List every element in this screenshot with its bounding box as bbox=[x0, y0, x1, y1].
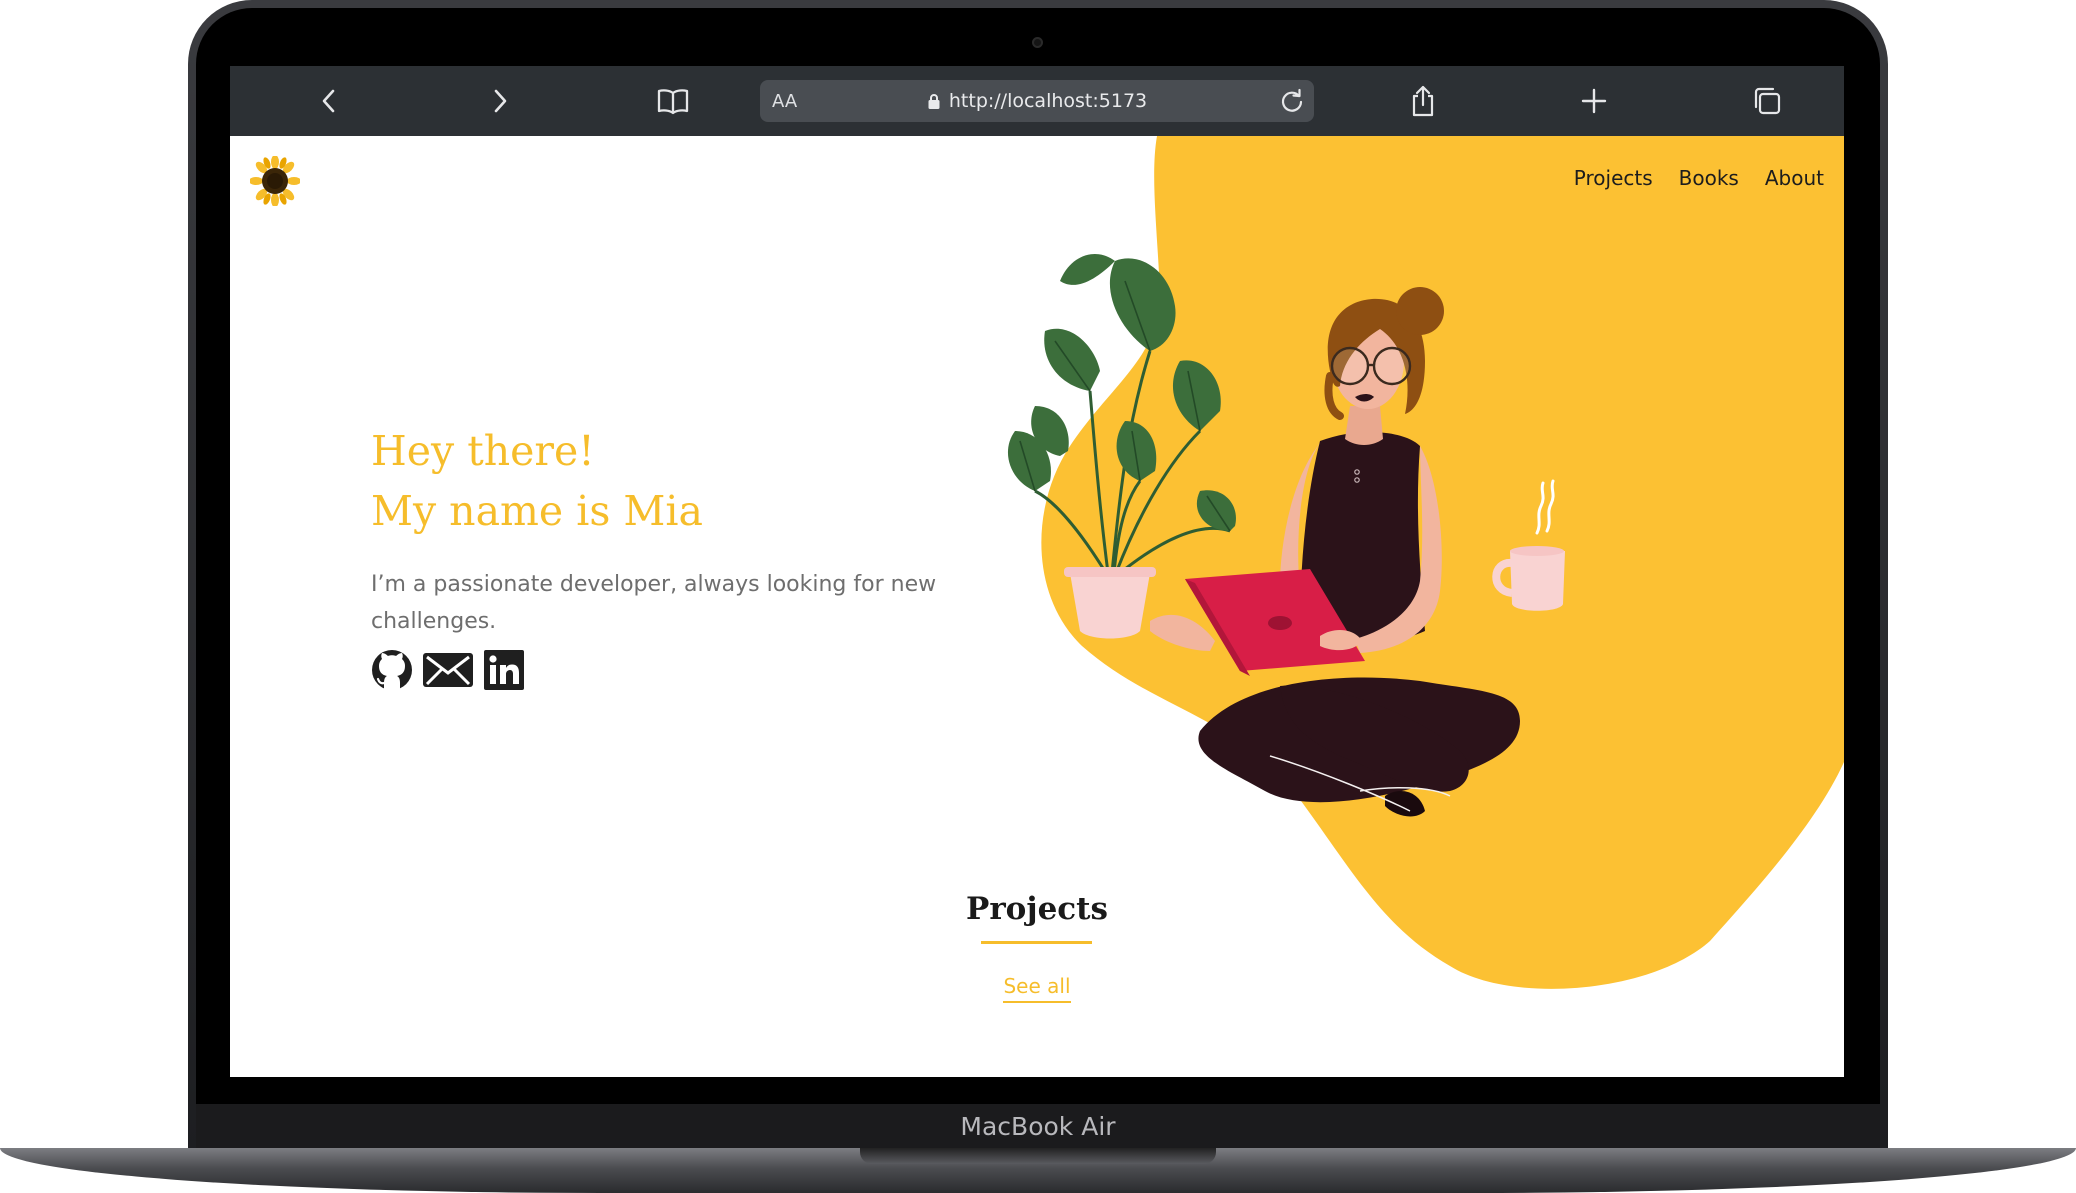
main-nav: Projects Books About bbox=[1574, 166, 1824, 190]
device-label: MacBook Air bbox=[960, 1112, 1116, 1141]
social-links bbox=[370, 648, 526, 692]
nav-books[interactable]: Books bbox=[1679, 166, 1739, 190]
new-tab-button[interactable] bbox=[1571, 78, 1617, 124]
hero-subtitle: I’m a passionate developer, always looki… bbox=[371, 572, 937, 634]
address-bar[interactable]: AA http://localhost:5173 bbox=[760, 80, 1314, 122]
mail-icon[interactable] bbox=[422, 650, 474, 690]
browser-screen: AA http://localhost:5173 Projects Books … bbox=[230, 66, 1844, 1077]
laptop-hinge-notch bbox=[860, 1148, 1216, 1164]
hero-title-line1: Hey there! bbox=[371, 427, 595, 475]
coffee-mug-illustration bbox=[1492, 479, 1565, 611]
back-button[interactable] bbox=[306, 78, 352, 124]
hero-title: Hey there! My name is Mia bbox=[371, 421, 703, 541]
url-text: http://localhost:5173 bbox=[948, 90, 1148, 112]
browser-toolbar: AA http://localhost:5173 bbox=[230, 66, 1844, 136]
github-icon[interactable] bbox=[370, 648, 414, 692]
nav-projects[interactable]: Projects bbox=[1574, 166, 1653, 190]
tabs-overview-button[interactable] bbox=[1744, 78, 1790, 124]
see-all-link-wrap: See all bbox=[230, 974, 1844, 1003]
reload-icon[interactable] bbox=[1278, 87, 1306, 115]
linkedin-icon[interactable] bbox=[482, 648, 526, 692]
chevron-left-icon bbox=[322, 89, 335, 113]
book-icon bbox=[657, 89, 689, 115]
see-all-link[interactable]: See all bbox=[1003, 974, 1071, 1003]
tabs-icon bbox=[1754, 87, 1781, 115]
share-icon bbox=[1412, 85, 1434, 117]
camera bbox=[1032, 37, 1043, 48]
web-page: Projects Books About Hey there! My name … bbox=[230, 136, 1844, 1077]
projects-heading: Projects bbox=[966, 891, 1108, 927]
sunflower-logo-icon[interactable] bbox=[250, 156, 300, 206]
hero-title-line2: My name is Mia bbox=[371, 487, 703, 535]
plus-icon bbox=[1581, 88, 1607, 114]
bookmarks-button[interactable] bbox=[650, 78, 696, 124]
lock-icon bbox=[928, 93, 940, 109]
forward-button[interactable] bbox=[477, 78, 523, 124]
chevron-right-icon bbox=[494, 89, 507, 113]
woman-illustration bbox=[1150, 287, 1520, 817]
share-button[interactable] bbox=[1400, 78, 1446, 124]
developer-illustration bbox=[1007, 253, 1565, 817]
nav-about[interactable]: About bbox=[1765, 166, 1824, 190]
projects-heading-underline bbox=[981, 941, 1092, 944]
